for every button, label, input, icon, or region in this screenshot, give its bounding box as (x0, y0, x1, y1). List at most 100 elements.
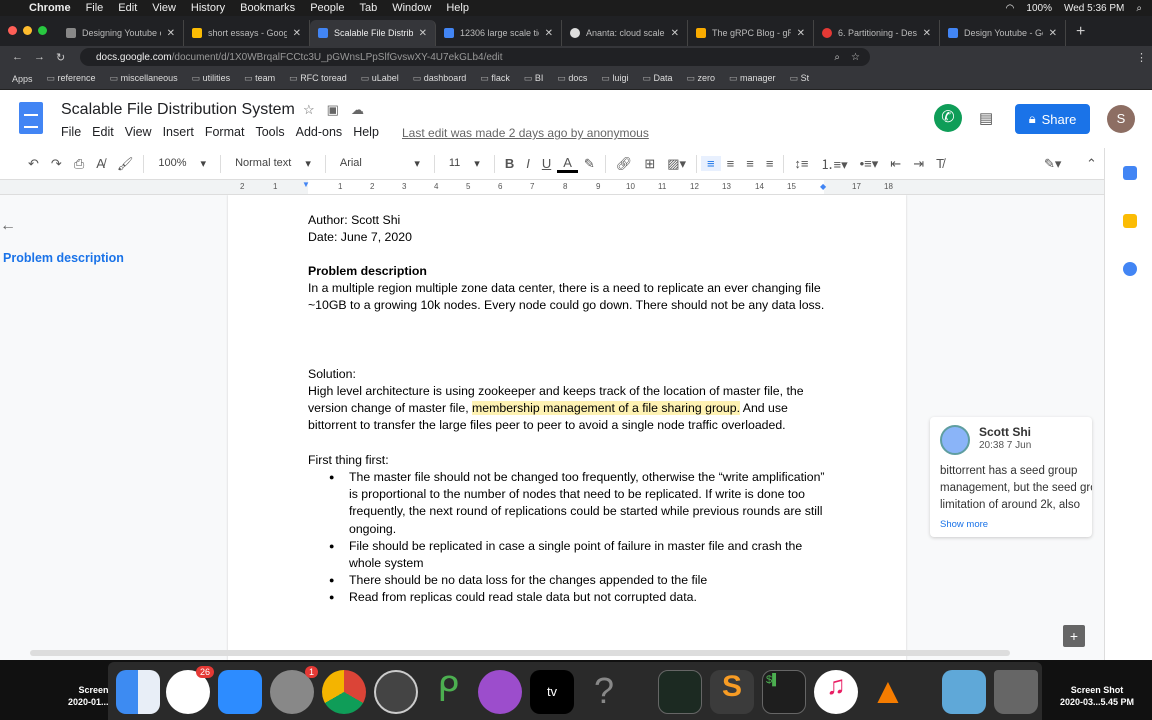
zoom-app-icon[interactable] (218, 670, 262, 714)
chrome-menu-icon[interactable]: ⋮ (1136, 51, 1147, 64)
menu-app-name[interactable]: Chrome (29, 2, 71, 14)
tab-close-icon[interactable]: ✕ (1049, 28, 1057, 39)
document-page[interactable]: Author: Scott Shi Date: June 7, 2020 Pro… (228, 195, 906, 660)
browser-tab[interactable]: short essays - Google✕ (184, 20, 310, 46)
menu-view[interactable]: View (152, 2, 176, 14)
minimize-window-button[interactable] (23, 26, 32, 35)
meet-call-button[interactable]: ✆ (934, 104, 962, 132)
move-folder-icon[interactable]: ▣ (327, 102, 339, 118)
desktop-file-label[interactable]: Screen Shot 2020-03...5.45 PM (1060, 684, 1134, 708)
menu-tab[interactable]: Tab (359, 2, 377, 14)
slack-icon[interactable]: 26 (166, 666, 214, 714)
bookmark-folder[interactable]: St (790, 73, 810, 84)
editing-mode-icon[interactable]: ✎▾ (1038, 156, 1067, 172)
sublime-text-icon[interactable]: S (710, 670, 754, 714)
indent-marker-icon[interactable]: ▼ (302, 180, 310, 189)
menu-bookmarks[interactable]: Bookmarks (240, 2, 295, 14)
new-tab-button[interactable]: + (1076, 23, 1085, 41)
help-icon[interactable]: ? (582, 670, 626, 714)
trash-icon[interactable] (994, 670, 1038, 714)
collapse-icon[interactable]: ⌃ (1080, 156, 1103, 172)
highlight-icon[interactable]: ✎ (578, 156, 601, 172)
bookmark-star-icon[interactable]: ☆ (851, 52, 860, 63)
align-left-icon[interactable]: ≡ (701, 156, 721, 171)
undo-icon[interactable]: ↶ (22, 156, 45, 172)
close-window-button[interactable] (8, 26, 17, 35)
reload-icon[interactable]: ↻ (56, 51, 65, 64)
url-input[interactable]: docs.google.com/document/d/1X0WBrqalFCCt… (80, 48, 870, 66)
search-icon[interactable]: ⌕ (1136, 3, 1142, 14)
finder-icon[interactable] (116, 670, 160, 714)
bookmark-folder[interactable]: dashboard (413, 73, 467, 84)
tab-close-icon[interactable]: ✕ (167, 28, 175, 39)
bookmark-folder[interactable]: team (244, 73, 275, 84)
spellcheck-icon[interactable]: A̸ (90, 156, 111, 171)
insert-comment-icon[interactable]: ⊞ (638, 156, 661, 172)
style-select[interactable]: Normal text ▾ (225, 157, 321, 170)
podcasts-icon[interactable] (478, 670, 522, 714)
music-icon[interactable]: ♫ (814, 670, 858, 714)
bold-button[interactable]: B (499, 156, 520, 171)
menu-edit[interactable]: Edit (118, 2, 137, 14)
browser-tab[interactable]: Designing Youtube or ✕ (58, 20, 184, 46)
tasks-icon[interactable] (1123, 262, 1137, 276)
menu-history[interactable]: History (191, 2, 225, 14)
activity-monitor-icon[interactable] (658, 670, 702, 714)
browser-tab[interactable]: Design Youtube - Goo✕ (940, 20, 1066, 46)
docs-menu-tools[interactable]: Tools (255, 125, 284, 139)
system-preferences-icon[interactable]: 1 (270, 666, 318, 714)
bookmark-folder[interactable]: RFC toread (289, 73, 347, 84)
gitup-icon[interactable]: ᑭ (426, 670, 470, 714)
line-spacing-icon[interactable]: ↕≡ (788, 156, 814, 171)
share-button[interactable]: 🔒︎ Share (1015, 104, 1090, 134)
clock[interactable]: Wed 5:36 PM (1064, 3, 1124, 14)
bookmark-folder[interactable]: reference (47, 73, 96, 84)
zoom-icon[interactable]: ⌕ (834, 52, 840, 63)
underline-button[interactable]: U (536, 156, 557, 171)
back-icon[interactable]: ← (12, 51, 23, 63)
keep-icon[interactable] (1123, 214, 1137, 228)
downloads-folder-icon[interactable] (942, 670, 986, 714)
bookmark-folder[interactable]: utilities (192, 73, 231, 84)
decrease-indent-icon[interactable]: ⇤ (884, 156, 907, 172)
ruler[interactable]: 2 1 ▼ 1 2 3 4 5 6 7 8 9 10 11 12 13 14 1… (0, 180, 1104, 195)
browser-tab[interactable]: 6. Partitioning - Desig ✕ (814, 20, 940, 46)
chrome-icon[interactable] (322, 670, 366, 714)
calendar-icon[interactable] (1123, 166, 1137, 180)
menu-help[interactable]: Help (446, 2, 469, 14)
apple-tv-icon[interactable]: tv (530, 670, 574, 714)
bookmark-folder[interactable]: docs (557, 73, 587, 84)
docs-menu-format[interactable]: Format (205, 125, 245, 139)
browser-tab[interactable]: 12306 large scale tick ✕ (436, 20, 562, 46)
tab-close-icon[interactable]: ✕ (293, 28, 301, 39)
menu-file[interactable]: File (86, 2, 104, 14)
docs-menu-addons[interactable]: Add-ons (296, 125, 343, 139)
increase-indent-icon[interactable]: ⇥ (907, 156, 930, 172)
docs-menu-insert[interactable]: Insert (163, 125, 194, 139)
bookmark-folder[interactable]: flack (480, 73, 510, 84)
comment-history-icon[interactable]: ▤ (979, 109, 993, 127)
last-edit-link[interactable]: Last edit was made 2 days ago by anonymo… (402, 126, 649, 140)
docs-menu-view[interactable]: View (125, 125, 152, 139)
cloud-saved-icon[interactable]: ☁ (351, 102, 364, 118)
paint-format-icon[interactable]: 🖌︎ (111, 156, 140, 172)
print-icon[interactable]: ⎙ (68, 156, 90, 172)
browser-tab[interactable]: Ananta: cloud scale lo✕ (562, 20, 688, 46)
bookmark-folder[interactable]: luigi (601, 73, 628, 84)
font-size-select[interactable]: 11 ▾ (439, 157, 490, 170)
tab-close-icon[interactable]: ✕ (923, 28, 931, 39)
zoom-window-button[interactable] (38, 26, 47, 35)
vlc-icon[interactable]: ▲ (866, 670, 910, 714)
text-color-button[interactable]: A (557, 155, 578, 173)
tab-close-icon[interactable]: ✕ (797, 28, 805, 39)
bookmark-folder[interactable]: miscellaneous (110, 73, 178, 84)
bulleted-list-icon[interactable]: •≡▾ (854, 156, 885, 172)
bookmark-folder[interactable]: uLabel (361, 73, 399, 84)
battery-text[interactable]: 100% (1026, 3, 1052, 14)
terminal-icon[interactable]: $▌ (762, 670, 806, 714)
bookmark-apps[interactable]: Apps (12, 74, 33, 84)
docs-logo-icon[interactable] (19, 102, 43, 134)
commented-highlight[interactable]: membership management of a file sharing … (472, 401, 740, 416)
horizontal-scrollbar[interactable] (30, 650, 1010, 656)
bookmark-folder[interactable]: manager (729, 73, 776, 84)
